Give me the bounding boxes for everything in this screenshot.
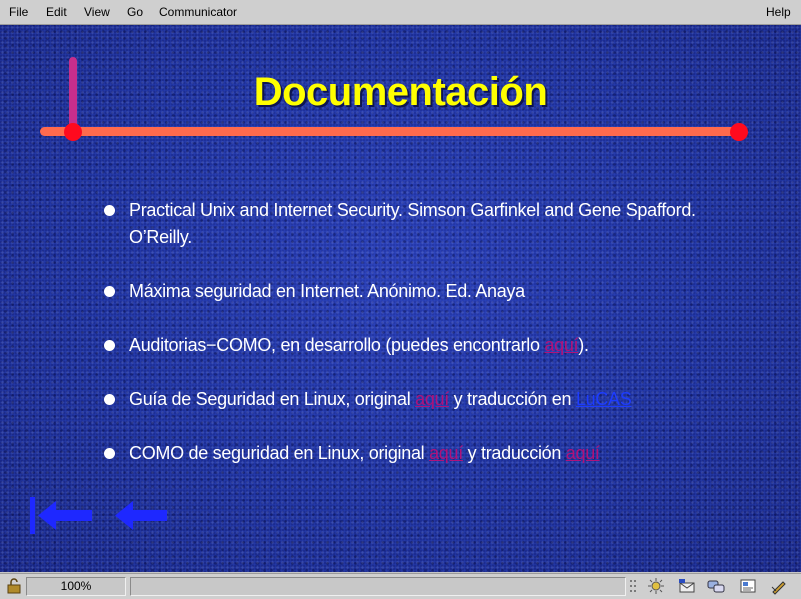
menu-file[interactable]: File bbox=[9, 5, 28, 19]
bullet-icon bbox=[104, 286, 115, 297]
item-text: Máxima seguridad en Internet. Anónimo. E… bbox=[129, 281, 525, 301]
zoom-level: 100% bbox=[26, 577, 126, 596]
first-page-arrow-icon[interactable] bbox=[28, 495, 94, 537]
list-item: Guía de Seguridad en Linux, original aqu… bbox=[104, 386, 744, 413]
left-dot bbox=[64, 123, 82, 141]
item-text: Guía de Seguridad en Linux, original bbox=[129, 389, 416, 409]
item-text: y traducción en bbox=[448, 389, 576, 409]
item-text: Auditorias−COMO, en desarrollo (puedes e… bbox=[129, 335, 545, 355]
item-text: ). bbox=[578, 335, 589, 355]
security-lock-icon[interactable] bbox=[4, 577, 24, 595]
menu-view[interactable]: View bbox=[84, 5, 110, 19]
bullet-icon bbox=[104, 340, 115, 351]
item-text: Practical Unix and Internet Security. Si… bbox=[129, 200, 696, 247]
horizontal-line bbox=[40, 127, 742, 136]
page-content: Documentación Practical Unix and Interne… bbox=[0, 25, 801, 572]
item-text: COMO de seguridad en Linux, original bbox=[129, 443, 430, 463]
list-item: Auditorias−COMO, en desarrollo (puedes e… bbox=[104, 332, 744, 359]
link-como-original-aqui[interactable]: aquí bbox=[429, 443, 463, 463]
bibliography-list: Practical Unix and Internet Security. Si… bbox=[104, 197, 744, 494]
page-title: Documentación bbox=[253, 70, 548, 114]
menu-communicator[interactable]: Communicator bbox=[159, 5, 237, 19]
item-text: y traducción bbox=[462, 443, 566, 463]
menu-go[interactable]: Go bbox=[127, 5, 143, 19]
bullet-icon bbox=[104, 205, 115, 216]
list-item: Practical Unix and Internet Security. Si… bbox=[104, 197, 744, 251]
bullet-icon bbox=[104, 394, 115, 405]
list-item: COMO de seguridad en Linux, original aqu… bbox=[104, 440, 744, 467]
discussion-icon[interactable] bbox=[706, 577, 726, 595]
menu-edit[interactable]: Edit bbox=[46, 5, 67, 19]
link-guia-original-aqui[interactable]: aquí bbox=[415, 389, 449, 409]
list-item: Máxima seguridad en Internet. Anónimo. E… bbox=[104, 278, 744, 305]
resize-grip-icon[interactable] bbox=[628, 577, 640, 595]
bullet-icon bbox=[104, 448, 115, 459]
menu-help[interactable]: Help bbox=[766, 5, 791, 19]
link-auditorias-aqui[interactable]: aquí bbox=[544, 335, 578, 355]
right-dot bbox=[730, 123, 748, 141]
link-lucas[interactable]: LuCAS bbox=[576, 389, 632, 409]
pen-icon[interactable] bbox=[770, 577, 790, 595]
composer-icon[interactable] bbox=[738, 577, 758, 595]
navigator-icon[interactable] bbox=[646, 577, 666, 595]
status-bar: 100% bbox=[0, 573, 801, 599]
previous-page-arrow-icon[interactable] bbox=[113, 495, 169, 537]
status-message bbox=[130, 577, 626, 596]
menu-bar: File Edit View Go Communicator Help bbox=[0, 0, 801, 25]
mail-icon[interactable] bbox=[677, 577, 697, 595]
link-como-traduccion-aqui[interactable]: aquí bbox=[566, 443, 600, 463]
